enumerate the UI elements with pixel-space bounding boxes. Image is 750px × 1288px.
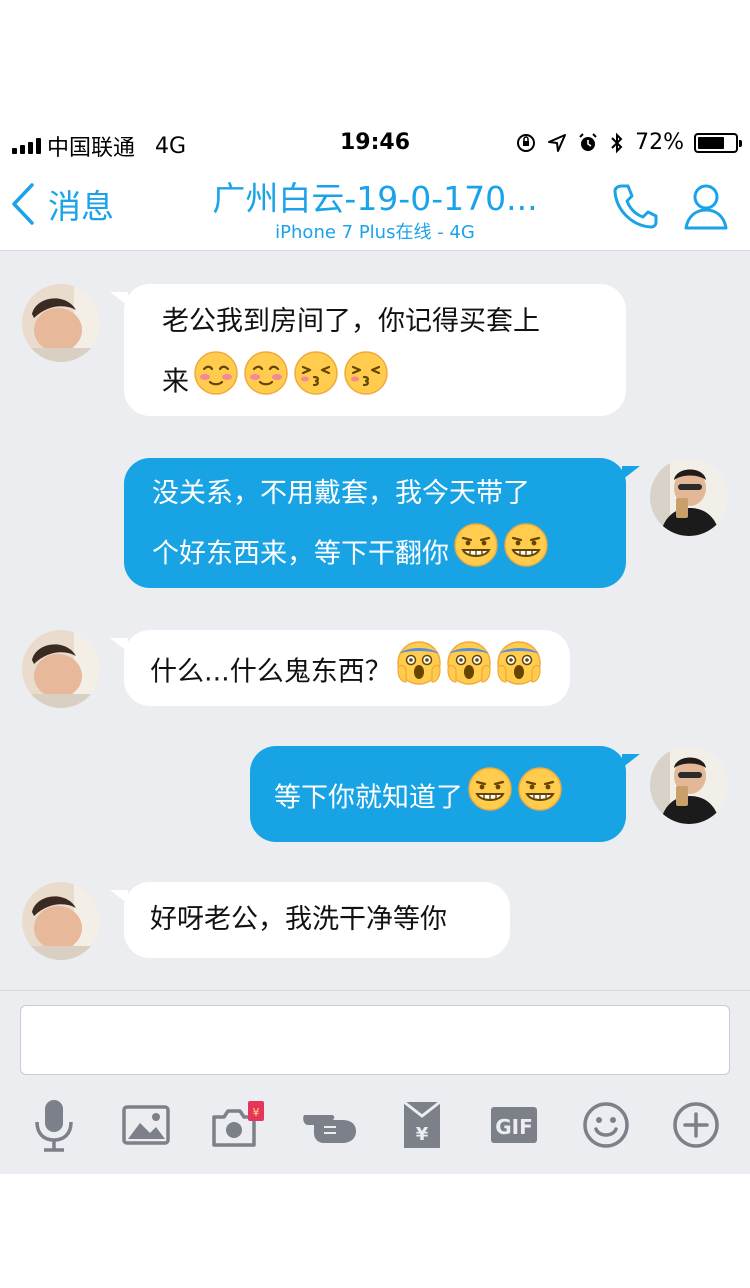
location-arrow-icon [548, 133, 567, 152]
emoji-scream-icon [446, 640, 492, 706]
back-button[interactable]: 消息 [8, 180, 114, 228]
message-text: 没关系，不用戴套，我今天带了 [152, 478, 530, 509]
emoji-grin-icon [467, 766, 513, 832]
message-bubble[interactable]: 等下你就知道了 [250, 746, 626, 842]
message-text: 老公我到房间了，你记得买套上 [162, 306, 540, 337]
emoji-icon[interactable] [578, 1097, 634, 1153]
emoji-blush-icon [243, 350, 289, 416]
avatar-contact[interactable] [22, 882, 100, 960]
message-text: 等下你就知道了 [274, 782, 463, 814]
emoji-kiss-icon [293, 350, 339, 416]
message-bubble[interactable]: 好呀老公，我洗干净等你 [124, 882, 510, 958]
phone-call-icon[interactable] [608, 180, 660, 232]
message-text: 个好东西来，等下干翻你 [152, 538, 449, 570]
chat-title[interactable]: 广州白云-19-0-170... [150, 172, 600, 220]
svg-text:¥: ¥ [416, 1124, 429, 1145]
message-bubble[interactable]: 什么...什么鬼东西？ [124, 630, 570, 706]
avatar-self[interactable] [650, 458, 728, 536]
bluetooth-icon [611, 132, 623, 153]
microphone-icon[interactable] [26, 1097, 82, 1153]
emoji-scream-icon [496, 640, 542, 706]
emoji-blush-icon [193, 350, 239, 416]
orientation-lock-icon [517, 133, 536, 152]
message-text: 好呀老公，我洗干净等你 [150, 904, 447, 935]
chat-screen: 中国联通 4G 19:46 72% 消息 广州白云-19-0-170... iP… [0, 122, 750, 1174]
avatar-contact[interactable] [22, 630, 100, 708]
toolbar: ¥ ¥ GIF [0, 1097, 750, 1157]
avatar-self[interactable] [650, 746, 728, 824]
online-status: iPhone 7 Plus在线 - 4G [275, 222, 475, 243]
profile-icon[interactable] [680, 180, 732, 232]
battery-icon [694, 132, 742, 153]
back-label: 消息 [48, 187, 114, 226]
svg-text:¥: ¥ [253, 1106, 260, 1119]
message-bubble[interactable]: 老公我到房间了，你记得买套上 来 [124, 284, 626, 416]
navigation-bar: 消息 广州白云-19-0-170... iPhone 7 Plus在线 - 4G [0, 162, 750, 251]
chevron-left-icon [12, 183, 34, 225]
input-area: ¥ ¥ GIF [0, 990, 750, 1174]
poke-icon[interactable] [302, 1097, 358, 1153]
message-text: 什么...什么鬼东西？ [150, 656, 392, 688]
image-icon[interactable] [118, 1097, 174, 1153]
message-text: 来 [162, 366, 189, 398]
gif-icon[interactable]: GIF [486, 1097, 542, 1153]
message-bubble[interactable]: 没关系，不用戴套，我今天带了 个好东西来，等下干翻你 [124, 458, 626, 588]
plus-icon[interactable] [668, 1097, 724, 1153]
battery-percent: 72% [635, 130, 684, 155]
message-input[interactable] [20, 1005, 730, 1075]
alarm-icon [579, 132, 597, 151]
svg-text:GIF: GIF [495, 1115, 533, 1139]
emoji-grin-icon [503, 522, 549, 588]
emoji-grin-icon [453, 522, 499, 588]
camera-icon[interactable]: ¥ [210, 1097, 266, 1153]
emoji-scream-icon [396, 640, 442, 706]
emoji-grin-icon [517, 766, 563, 832]
status-bar: 中国联通 4G 19:46 72% [0, 122, 750, 162]
emoji-kiss-icon [343, 350, 389, 416]
avatar-contact[interactable] [22, 284, 100, 362]
red-packet-icon[interactable]: ¥ [394, 1097, 450, 1153]
